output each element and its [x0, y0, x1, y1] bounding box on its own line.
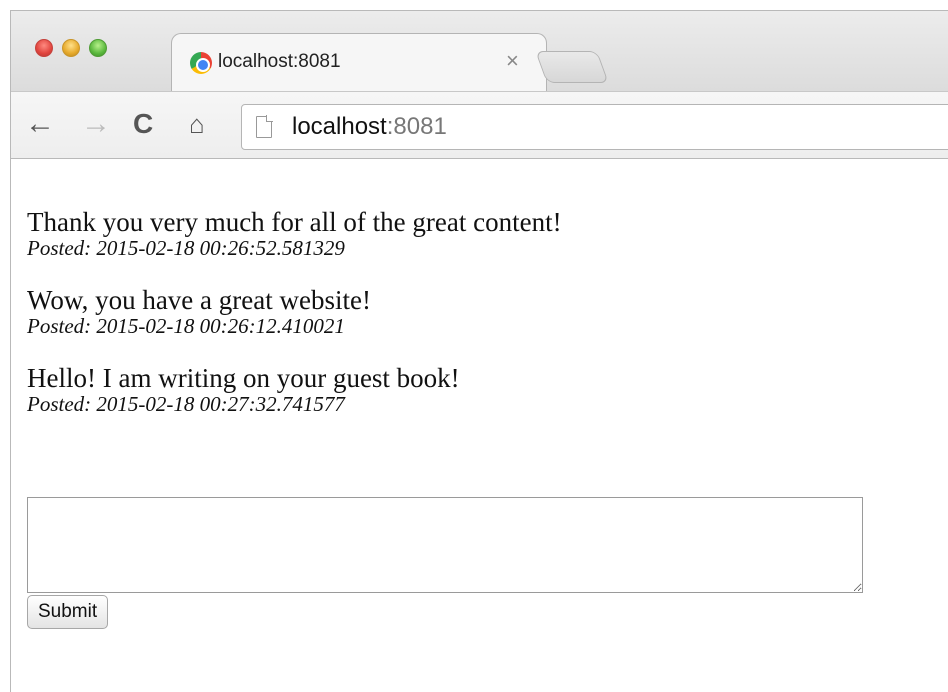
url-text[interactable]: localhost:8081 [292, 113, 447, 141]
back-arrow-icon[interactable]: ← [25, 106, 55, 142]
post-text: Hello! I am writing on your guest book! [27, 363, 460, 393]
chrome-favicon-icon [190, 52, 212, 74]
tab-close-icon[interactable]: × [506, 48, 519, 74]
guestbook-form: Submit [27, 497, 863, 629]
tab-localhost[interactable]: localhost:8081 × [171, 33, 547, 91]
zoom-window-button[interactable] [89, 39, 107, 57]
tab-strip: localhost:8081 × [11, 11, 948, 91]
url-host: localhost [292, 113, 387, 140]
submit-button[interactable]: Submit [27, 595, 109, 629]
new-tab-button[interactable] [535, 51, 609, 83]
post-date: Posted: 2015-02-18 00:26:12.410021 [27, 314, 345, 338]
minimize-window-button[interactable] [62, 39, 80, 57]
home-icon[interactable]: ⌂ [189, 106, 205, 142]
post-item: Thank you very much for all of the great… [27, 207, 562, 259]
url-port: :8081 [386, 113, 447, 140]
comment-textarea[interactable] [27, 497, 863, 593]
post-item: Hello! I am writing on your guest book! … [27, 363, 562, 415]
post-text: Thank you very much for all of the great… [27, 207, 562, 237]
reload-icon[interactable]: C [133, 106, 153, 142]
close-window-button[interactable] [35, 39, 53, 57]
post-text: Wow, you have a great website! [27, 285, 371, 315]
post-date: Posted: 2015-02-18 00:26:52.581329 [27, 236, 345, 260]
forward-arrow-icon[interactable]: → [81, 106, 111, 142]
page-icon [256, 115, 273, 138]
toolbar: ← → C ⌂ localhost:8081 [11, 91, 948, 159]
browser-window: localhost:8081 × ← → C ⌂ localhost:8081 … [10, 10, 948, 692]
guestbook-posts: Thank you very much for all of the great… [27, 207, 562, 441]
post-item: Wow, you have a great website! Posted: 2… [27, 285, 562, 337]
post-date: Posted: 2015-02-18 00:27:32.741577 [27, 392, 345, 416]
tab-title: localhost:8081 [218, 51, 341, 72]
address-bar[interactable]: localhost:8081 [241, 104, 948, 150]
